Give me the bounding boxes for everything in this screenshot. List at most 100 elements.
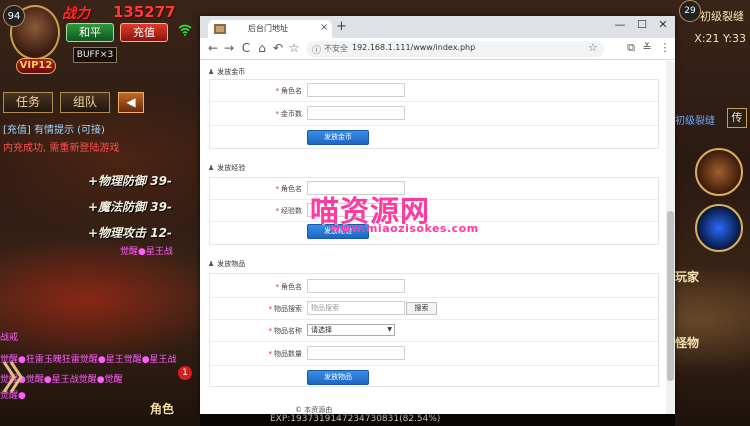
gold-form: * 角色名 * 金币数 发放金币 <box>209 79 659 149</box>
info-icon[interactable]: ⓘ <box>312 43 321 56</box>
player-label[interactable]: 玩家 <box>675 268 699 285</box>
required-mark: * <box>268 350 273 358</box>
field-label: * 物品搜索 <box>210 304 303 314</box>
tab-title: 后台门地址 <box>248 24 288 33</box>
form-row: * 物品搜索 物品搜索 搜索 <box>210 298 658 320</box>
bookmark-icon[interactable]: ☆ <box>287 41 301 55</box>
side-label: 战戒 <box>0 333 19 343</box>
wifi-icon <box>178 24 192 36</box>
field-label: * 角色名 <box>210 282 303 292</box>
power-label: 战力 <box>62 6 90 22</box>
team-tab[interactable]: 组队 <box>60 92 110 113</box>
field-label: * 物品数量 <box>210 349 303 359</box>
coordinates-readout: X:21 Y:33 <box>694 32 746 45</box>
exp-readout: EXP:1937319147234730831(82.54%) <box>270 414 441 424</box>
section-title-text: 发放物品 <box>217 260 246 268</box>
gold-role-input[interactable] <box>307 83 405 97</box>
title-bar: 后台门地址 × + — ☐ ✕ <box>200 16 675 38</box>
map-name: 初级裂缝 <box>675 116 715 127</box>
field-label: * 经验数 <box>210 206 303 216</box>
form-row: * 经验数 <box>210 200 658 222</box>
required-mark: * <box>268 327 273 335</box>
page-viewport: ♟ 发放金币 * 角色名 * 金币数 发放金币 ♟ 发放经验 * 角色名 * 经验数 <box>200 61 675 414</box>
recharge-button[interactable]: 充值 <box>120 23 168 42</box>
attribute-line: +魔法防御 39- <box>88 200 172 214</box>
role-button[interactable]: 角色 <box>150 400 174 417</box>
section-title-item: ♟ 发放物品 <box>208 259 245 269</box>
monster-label[interactable]: 怪物 <box>675 334 699 351</box>
address-bar[interactable]: ⓘ 不安全 192.168.1.111/www/index.php ☆ <box>306 41 604 57</box>
section-title-text: 发放经验 <box>217 164 246 172</box>
item-search-input[interactable]: 物品搜索 <box>307 301 405 315</box>
chat-strip: 觉醒●星王战 <box>120 247 173 257</box>
select-value: 请选择 <box>311 326 332 334</box>
item-role-input[interactable] <box>307 279 405 293</box>
skill-orb-icon[interactable] <box>695 148 743 196</box>
attribute-line: +物理防御 39- <box>88 174 172 188</box>
teleport-button[interactable]: 传 <box>727 108 747 128</box>
back-icon[interactable]: ← <box>206 41 220 55</box>
user-icon: ♟ <box>208 260 215 268</box>
field-label: * 角色名 <box>210 86 303 96</box>
label-text: 物品名称 <box>274 327 302 335</box>
new-tab-button[interactable]: + <box>336 19 347 34</box>
chat-strip: 觉醒●狂雷玉魄狂雷觉醒●星王觉醒●星王战 <box>0 355 177 365</box>
form-row: * 金币数 <box>210 102 658 126</box>
section-title-gold: ♟ 发放金币 <box>208 67 245 77</box>
collapse-arrow-button[interactable]: ◀ <box>118 92 144 113</box>
form-row: * 角色名 <box>210 80 658 102</box>
required-mark: * <box>275 185 280 193</box>
item-form: * 角色名 * 物品搜索 物品搜索 搜索 * 物品名称 请选择 ▼ * 物品数量 发放物… <box>209 273 659 387</box>
minimize-button[interactable]: — <box>612 18 628 31</box>
undo-icon[interactable]: ↶ <box>271 41 285 55</box>
user-icon: ♟ <box>208 164 215 172</box>
home-icon[interactable]: ⌂ <box>255 41 269 55</box>
favicon-icon <box>214 24 226 34</box>
field-label: * 物品名称 <box>210 326 303 336</box>
insecure-label: 不安全 <box>324 44 348 53</box>
game-left-panel: 94 VIP12 战力 135277 和平 充值 BUFF×3 任务 组队 ◀ … <box>0 0 200 426</box>
item-name-select[interactable]: 请选择 ▼ <box>307 324 395 336</box>
buff-indicator[interactable]: BUFF×3 <box>73 47 117 63</box>
map-title: 初级裂缝 <box>700 10 744 23</box>
extension-icon[interactable]: ≚ <box>640 41 654 54</box>
power-value: 135277 <box>113 3 176 21</box>
section-title-exp: ♟ 发放经验 <box>208 163 245 173</box>
field-label: * 金币数 <box>210 109 303 119</box>
browser-toolbar: ← → C ⌂ ↶ ☆ ⓘ 不安全 192.168.1.111/www/inde… <box>200 38 675 60</box>
notification-badge: 1 <box>178 366 192 380</box>
browser-tab[interactable]: 后台门地址 × <box>208 20 332 38</box>
reload-icon[interactable]: C <box>239 41 253 55</box>
scrollbar-thumb[interactable] <box>667 211 674 381</box>
chat-message: 内充成功, 需重新登陆游戏 <box>3 143 120 154</box>
forward-icon[interactable]: → <box>222 41 236 55</box>
maximize-button[interactable]: ☐ <box>634 18 650 31</box>
tab-close-icon[interactable]: × <box>320 22 328 33</box>
double-arrow-icon[interactable] <box>2 360 24 394</box>
give-gold-button[interactable]: 发放金币 <box>307 130 369 145</box>
required-mark: * <box>275 207 280 215</box>
attribute-line: +物理攻击 12- <box>88 226 172 240</box>
chat-strip: 觉醒●觉醒●星王战觉醒●觉醒 <box>0 375 123 385</box>
item-search-button[interactable]: 搜索 <box>406 302 437 315</box>
section-title-text: 发放金币 <box>217 68 246 76</box>
gold-amount-input[interactable] <box>307 106 405 120</box>
label-text: 角色名 <box>281 185 302 193</box>
required-mark: * <box>275 110 280 118</box>
player-level-badge: 94 <box>3 5 25 27</box>
label-text: 经验数 <box>281 207 302 215</box>
vip-badge[interactable]: VIP12 <box>16 58 56 74</box>
screenshot-icon[interactable]: ⧉ <box>624 41 638 55</box>
task-tab[interactable]: 任务 <box>3 92 53 113</box>
bookmark-star-icon[interactable]: ☆ <box>588 41 598 54</box>
give-item-button[interactable]: 发放物品 <box>307 370 369 385</box>
skill-orb-icon[interactable] <box>695 204 743 252</box>
form-row: * 物品名称 请选择 ▼ <box>210 320 658 342</box>
menu-icon[interactable]: ⋮ <box>658 41 672 54</box>
item-quantity-input[interactable] <box>307 346 405 360</box>
close-window-button[interactable]: ✕ <box>655 18 671 31</box>
watermark-url: www.miaozisokes.com <box>330 222 479 235</box>
peace-mode-button[interactable]: 和平 <box>66 23 114 42</box>
label-text: 角色名 <box>281 283 302 291</box>
url-text[interactable]: 192.168.1.111/www/index.php <box>352 43 475 52</box>
